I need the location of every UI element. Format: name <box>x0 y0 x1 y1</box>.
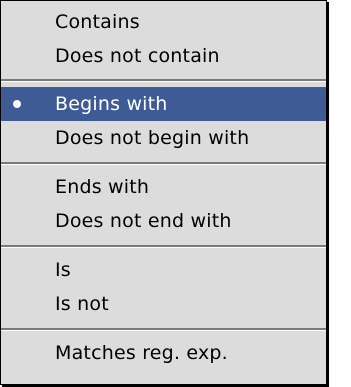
menu-item-contains[interactable]: Contains <box>1 5 326 39</box>
menu-separator <box>1 162 326 165</box>
menu-item-label: Contains <box>55 11 140 33</box>
menu-item-does-not-begin-with[interactable]: Does not begin with <box>1 121 326 155</box>
menu-item-label: Matches reg. exp. <box>55 342 228 364</box>
menu-item-label: Begins with <box>55 93 168 115</box>
menu-separator <box>1 79 326 82</box>
menu-separator <box>1 328 326 331</box>
menu-item-label: Ends with <box>55 176 150 198</box>
menu-item-label: Is <box>55 259 71 281</box>
menu-separator <box>1 245 326 248</box>
menu-item-is-not[interactable]: Is not <box>1 287 326 321</box>
menu-item-label: Does not contain <box>55 45 220 67</box>
menu-item-does-not-end-with[interactable]: Does not end with <box>1 204 326 238</box>
match-condition-menu: Contains Does not contain Begins with Do… <box>0 0 327 385</box>
menu-item-matches-reg-exp[interactable]: Matches reg. exp. <box>1 336 326 370</box>
menu-item-is[interactable]: Is <box>1 253 326 287</box>
selected-bullet-icon <box>13 100 21 108</box>
menu-item-does-not-contain[interactable]: Does not contain <box>1 39 326 73</box>
menu-item-ends-with[interactable]: Ends with <box>1 170 326 204</box>
menu-item-begins-with[interactable]: Begins with <box>1 87 326 121</box>
menu-item-label: Is not <box>55 293 109 315</box>
menu-item-label: Does not end with <box>55 210 232 232</box>
menu-item-label: Does not begin with <box>55 127 250 149</box>
